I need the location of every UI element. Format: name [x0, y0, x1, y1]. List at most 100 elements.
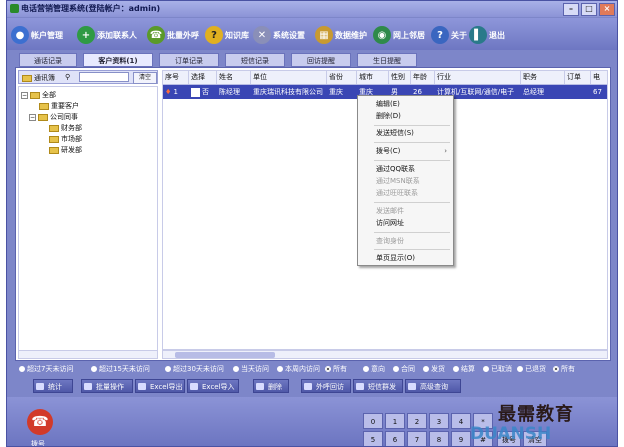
collapse-icon[interactable]: −: [29, 113, 36, 121]
toolbar-settings-button[interactable]: ✕ 系统设置: [253, 24, 305, 46]
tree-horizontal-scrollbar[interactable]: [18, 350, 158, 359]
col-industry[interactable]: 行业: [435, 71, 521, 84]
col-city[interactable]: 城市: [357, 71, 389, 84]
collapse-icon[interactable]: −: [21, 91, 28, 99]
tab-call-records[interactable]: 通话记录: [19, 53, 77, 67]
bulk-sms-button[interactable]: 短信群发: [353, 379, 403, 393]
filter-shipped[interactable]: 发货: [423, 363, 445, 375]
col-name[interactable]: 姓名: [217, 71, 251, 84]
menu-query-id: 查询身份: [376, 237, 404, 245]
menu-visit-url[interactable]: 访问网址: [358, 217, 453, 230]
row-select-cell[interactable]: 否: [189, 85, 217, 99]
delete-icon: [256, 383, 264, 390]
col-province[interactable]: 省份: [327, 71, 357, 84]
key-9[interactable]: 9: [451, 431, 471, 446]
key-8[interactable]: 8: [429, 431, 449, 446]
folder-icon: [22, 74, 32, 82]
menu-separator: [374, 232, 450, 233]
callback-button[interactable]: 外呼回访: [301, 379, 351, 393]
col-company[interactable]: 单位: [251, 71, 327, 84]
tab-birthday-reminder[interactable]: 生日提醒: [357, 53, 417, 67]
tree-node-important[interactable]: 重要客户: [39, 101, 79, 111]
tree-node-finance[interactable]: 财务部: [49, 123, 82, 133]
stats-button[interactable]: 统计: [33, 379, 73, 393]
tree-node-marketing[interactable]: 市场部: [49, 134, 82, 144]
tree-node-rnd[interactable]: 研发部: [49, 145, 82, 155]
excel-import-button[interactable]: Excel导入: [187, 379, 239, 393]
row-company-cell: 重庆瑞讯科技有限公司: [253, 88, 323, 96]
address-book-search-input[interactable]: [79, 72, 129, 82]
excel-export-button[interactable]: Excel导出: [135, 379, 185, 393]
advanced-search-button[interactable]: 高级查询: [405, 379, 461, 393]
filter-30days[interactable]: 超过30天未访问: [165, 363, 224, 375]
menu-dial[interactable]: 拨号(C) ›: [358, 145, 453, 158]
toolbar-exit-button[interactable]: ▌ 退出: [469, 24, 505, 46]
maximize-button[interactable]: □: [581, 3, 597, 16]
delete-button[interactable]: 删除: [253, 379, 289, 393]
filter-intent[interactable]: 意向: [363, 363, 385, 375]
folder-icon: [38, 113, 48, 121]
toolbar-add-contact-button[interactable]: + 添加联系人: [77, 24, 137, 46]
phone-icon[interactable]: ☎: [27, 409, 53, 435]
toolbar-data-maintenance-button[interactable]: ▦ 数据维护: [315, 24, 367, 46]
filter-7days[interactable]: 超过7天未访问: [19, 363, 73, 375]
filter-settled[interactable]: 结算: [453, 363, 475, 375]
key-4[interactable]: 4: [451, 413, 471, 429]
address-book-header: 通讯簿 ⚲ 清空: [18, 70, 158, 84]
scrollbar-thumb[interactable]: [175, 352, 275, 358]
col-order[interactable]: 订单: [565, 71, 591, 84]
tab-orders[interactable]: 订单记录: [159, 53, 219, 67]
clear-button[interactable]: 清空: [133, 72, 157, 84]
key-6[interactable]: 6: [385, 431, 405, 446]
tab-customer-data[interactable]: 客户资料(1): [83, 53, 153, 67]
menu-send-sms[interactable]: 发送短信(S): [358, 127, 453, 140]
filter-all-visits[interactable]: 所有: [325, 363, 347, 375]
toolbar-account-button[interactable]: ● 帐户管理: [11, 24, 63, 46]
col-phone[interactable]: 电: [591, 71, 607, 84]
filter-returned[interactable]: 已退货: [517, 363, 546, 375]
toolbar-knowledge-button[interactable]: ? 知识库: [205, 24, 249, 46]
filter-week[interactable]: 本周内访问: [277, 363, 320, 375]
app-icon: [10, 4, 19, 13]
col-select[interactable]: 选择: [189, 71, 217, 84]
col-age[interactable]: 年龄: [411, 71, 435, 84]
filter-15days[interactable]: 超过15天未访问: [91, 363, 150, 375]
filter-cancelled[interactable]: 已取消: [483, 363, 512, 375]
filter-today[interactable]: 当天访问: [233, 363, 269, 375]
submenu-arrow-icon: ›: [444, 147, 447, 155]
tab-callback-reminder[interactable]: 回访提醒: [291, 53, 351, 67]
filter-all-orders[interactable]: 所有: [553, 363, 575, 375]
col-gender[interactable]: 性别: [389, 71, 411, 84]
tab-strip: 通话记录 客户资料(1) 订单记录 短信记录 回访提醒 生日提醒: [15, 53, 611, 67]
select-checkbox[interactable]: [191, 87, 200, 97]
toolbar-about-button[interactable]: ? 关于: [431, 24, 467, 46]
filter-contract[interactable]: 合同: [393, 363, 415, 375]
key-5[interactable]: 5: [363, 431, 383, 446]
binoculars-icon[interactable]: ⚲: [65, 73, 70, 81]
close-button[interactable]: ×: [599, 3, 615, 16]
key-2[interactable]: 2: [407, 413, 427, 429]
main-window: 电话营销管理系统(登陆帐户：admin) – □ × ● 帐户管理 + 添加联系…: [6, 0, 618, 447]
tree-node-all[interactable]: − 全部: [21, 90, 56, 100]
menu-delete[interactable]: 删除(D): [358, 110, 453, 123]
key-7[interactable]: 7: [407, 431, 427, 446]
key-3[interactable]: 3: [429, 413, 449, 429]
menu-single-page[interactable]: 单页显示(O): [358, 252, 453, 265]
grid-header: 序号 选择 姓名 单位 省份 城市 性别 年龄 行业 职务 订单 电: [163, 71, 607, 85]
key-0[interactable]: 0: [363, 413, 383, 429]
tools-icon: ✕: [253, 26, 271, 44]
col-position[interactable]: 职务: [521, 71, 565, 84]
tree-node-colleagues[interactable]: − 公司同事: [29, 112, 78, 122]
menu-contact-wangwang: 通过旺旺联系: [376, 189, 418, 197]
toolbar-batch-call-button[interactable]: ☎ 批量外呼: [147, 24, 199, 46]
help-icon: ?: [205, 26, 223, 44]
batch-operation-button[interactable]: 批量操作: [81, 379, 133, 393]
minimize-button[interactable]: –: [563, 3, 579, 16]
toolbar-network-button[interactable]: ◉ 网上邻居: [373, 24, 425, 46]
window-controls: – □ ×: [563, 3, 615, 16]
key-1[interactable]: 1: [385, 413, 405, 429]
col-index[interactable]: 序号: [163, 71, 189, 84]
radio-icon: [363, 366, 369, 372]
grid-horizontal-scrollbar[interactable]: [162, 350, 608, 359]
tab-sms[interactable]: 短信记录: [225, 53, 285, 67]
